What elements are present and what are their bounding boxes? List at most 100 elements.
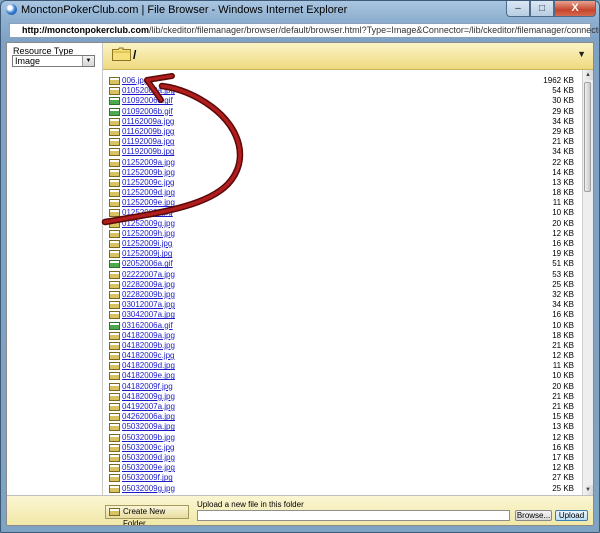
file-name-link[interactable]: 006.jpg [122,76,148,86]
file-size: 13 KB [552,177,574,187]
file-name-link[interactable]: 02282009a.jpg [122,280,175,290]
minimize-button[interactable]: – [506,1,530,17]
file-row[interactable]: 01192009a.jpg 21 KB [107,137,577,147]
file-row[interactable]: 05032009c.jpg 16 KB [107,443,577,453]
dropdown-arrow-icon[interactable]: ▼ [82,56,94,66]
file-row[interactable]: 04182009d.jpg 11 KB [107,361,577,371]
file-name-link[interactable]: 01162009a.jpg [122,117,174,127]
file-row[interactable]: 01162009b.jpg 29 KB [107,127,577,137]
file-name-link[interactable]: 01192009b.jpg [122,147,174,157]
file-row[interactable]: 01092006b.gif 29 KB [107,107,577,117]
file-row[interactable]: 01252009d.jpg 18 KB [107,188,577,198]
file-row[interactable]: 01252009f.jpg 10 KB [107,208,577,218]
file-name-link[interactable]: 01252009h.jpg [122,229,175,239]
file-name-link[interactable]: 04182009b.jpg [122,341,175,351]
file-row[interactable]: 01252009c.jpg 13 KB [107,178,577,188]
file-name-link[interactable]: 04182009e.jpg [122,371,175,381]
file-row[interactable]: 006.jpg 1962 KB [107,76,577,86]
file-row[interactable]: 05032009b.jpg 12 KB [107,433,577,443]
file-row[interactable]: 04192007a.jpg 21 KB [107,402,577,412]
file-name-link[interactable]: 05032009e.jpg [122,463,175,473]
file-name-link[interactable]: 04182009f.jpg [122,382,173,392]
file-name-link[interactable]: 01192009a.jpg [122,137,174,147]
file-name-link[interactable]: 04262006a.jpg [122,412,175,422]
file-name-link[interactable]: 01252009d.jpg [122,188,175,198]
file-row[interactable]: 04262006a.jpg 15 KB [107,412,577,422]
file-row[interactable]: 03012007a.jpg 34 KB [107,300,577,310]
resource-type-select[interactable]: Image ▼ [12,55,95,67]
address-bar[interactable]: http://monctonpokerclub.com/lib/ckeditor… [9,23,599,38]
file-name-link[interactable]: 01252009j.jpg [122,249,172,259]
file-name-link[interactable]: 05032009f.jpg [122,473,173,483]
file-row[interactable]: 01252009b.jpg 14 KB [107,168,577,178]
file-row[interactable]: 01252009h.jpg 12 KB [107,229,577,239]
upload-button[interactable]: Upload [555,510,588,521]
file-row[interactable]: 04182009c.jpg 12 KB [107,351,577,361]
maximize-button[interactable]: □ [530,1,554,17]
file-name-link[interactable]: 04182009c.jpg [122,351,175,361]
file-name-link[interactable]: 01052009a.jpg [122,86,175,96]
file-row[interactable]: 05032009g.jpg 25 KB [107,484,577,494]
file-name-link[interactable]: 01252009e.jpg [122,198,175,208]
file-name-link[interactable]: 02052006a.gif [122,259,173,269]
file-row[interactable]: 01192009b.jpg 34 KB [107,147,577,157]
file-name-link[interactable]: 01252009i.jpg [122,239,172,249]
file-name-link[interactable]: 02222007a.jpg [122,270,175,280]
file-row[interactable]: 04182009b.jpg 21 KB [107,341,577,351]
close-button[interactable]: X [554,1,596,17]
file-name-link[interactable]: 05032009b.jpg [122,433,175,443]
file-row[interactable]: 01252009j.jpg 19 KB [107,249,577,259]
file-name-link[interactable]: 04182009g.jpg [122,392,175,402]
file-row[interactable]: 01252009i.jpg 16 KB [107,239,577,249]
file-name-link[interactable]: 02282009b.jpg [122,290,175,300]
file-row[interactable]: 03162006a.gif 10 KB [107,321,577,331]
file-name-link[interactable]: 01252009g.jpg [122,219,175,229]
file-row[interactable]: 01092006a.gif 30 KB [107,96,577,106]
file-name-link[interactable]: 05032009a.jpg [122,422,175,432]
file-name-link[interactable]: 04192007a.jpg [122,402,175,412]
file-row[interactable]: 02282009b.jpg 32 KB [107,290,577,300]
file-row[interactable]: 04182009e.jpg 10 KB [107,371,577,381]
file-row[interactable]: 01052009a.jpg 54 KB [107,86,577,96]
file-name-link[interactable]: 05032009g.jpg [122,484,175,494]
upload-file-input[interactable] [197,510,510,521]
title-bar[interactable]: MonctonPokerClub.com | File Browser - Wi… [1,1,599,19]
file-name-link[interactable]: 01252009a.jpg [122,158,175,168]
file-name-link[interactable]: 01162009b.jpg [122,127,174,137]
file-name-link[interactable]: 01252009f.jpg [122,208,173,218]
folder-bar: / ▼ [103,43,593,70]
file-name-link[interactable]: 03042007a.jpg [122,310,175,320]
file-name-link[interactable]: 04182009d.jpg [122,361,175,371]
file-row[interactable]: 04182009a.jpg 18 KB [107,331,577,341]
file-name-link[interactable]: 01252009c.jpg [122,178,175,188]
vertical-scrollbar[interactable]: ▲ ▼ [582,70,593,495]
file-row[interactable]: 01252009g.jpg 20 KB [107,219,577,229]
file-row[interactable]: 01162009a.jpg 34 KB [107,117,577,127]
scroll-down-icon[interactable]: ▼ [583,485,593,495]
file-name-link[interactable]: 01092006a.gif [122,96,173,106]
file-row[interactable]: 05032009a.jpg 13 KB [107,422,577,432]
file-row[interactable]: 03042007a.jpg 16 KB [107,310,577,320]
file-name-link[interactable]: 04182009a.jpg [122,331,175,341]
file-name-link[interactable]: 03012007a.jpg [122,300,175,310]
file-name-link[interactable]: 05032009c.jpg [122,443,175,453]
file-row[interactable]: 02052006a.gif 51 KB [107,259,577,269]
create-folder-button[interactable]: Create New Folder [105,505,189,525]
file-row[interactable]: 04182009g.jpg 21 KB [107,392,577,402]
file-row[interactable]: 01252009e.jpg 11 KB [107,198,577,208]
scroll-up-icon[interactable]: ▲ [583,70,593,80]
file-row[interactable]: 05032009e.jpg 12 KB [107,463,577,473]
file-row[interactable]: 01252009a.jpg 22 KB [107,158,577,168]
file-name-link[interactable]: 05032009d.jpg [122,453,175,463]
file-row[interactable]: 04182009f.jpg 20 KB [107,382,577,392]
folder-up-arrow-icon[interactable]: ▼ [577,49,586,59]
file-row[interactable]: 05032009d.jpg 17 KB [107,453,577,463]
file-name-link[interactable]: 01252009b.jpg [122,168,175,178]
scroll-thumb[interactable] [584,82,591,192]
file-row[interactable]: 02282009a.jpg 25 KB [107,280,577,290]
file-row[interactable]: 02222007a.jpg 53 KB [107,270,577,280]
file-name-link[interactable]: 01092006b.gif [122,107,173,117]
file-name-link[interactable]: 03162006a.gif [122,321,173,331]
file-row[interactable]: 05032009f.jpg 27 KB [107,473,577,483]
browse-button[interactable]: Browse... [515,510,552,521]
